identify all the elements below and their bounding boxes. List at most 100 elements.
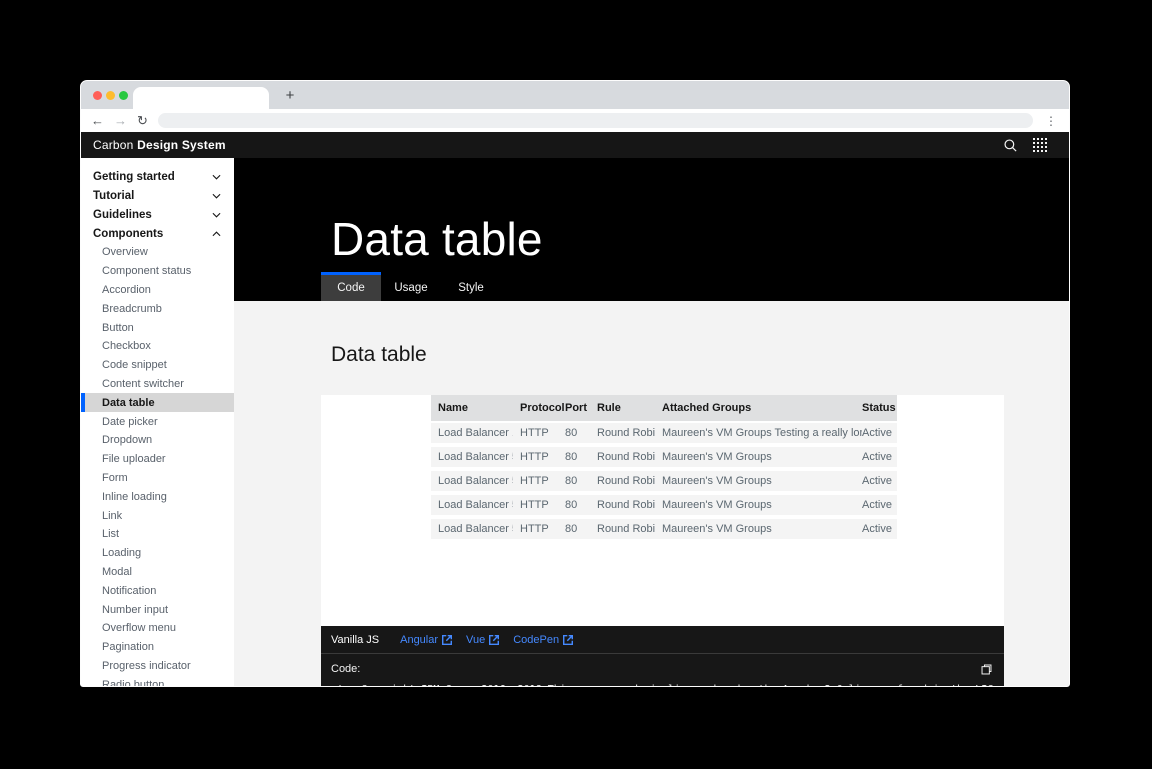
- code-panel: Code: <!-- Copyright IBM Corp. 2016, 201…: [321, 653, 1004, 686]
- new-tab-button[interactable]: +: [279, 85, 301, 107]
- cell-status: Active: [862, 495, 897, 519]
- sidebar-item-content-switcher[interactable]: Content switcher: [81, 375, 234, 394]
- vue-link[interactable]: Vue: [466, 634, 499, 646]
- site-header: Carbon Design System: [81, 132, 1069, 158]
- sidebar-item-overflow-menu[interactable]: Overflow menu: [81, 619, 234, 638]
- sidebar-item-overview[interactable]: Overview: [81, 243, 234, 262]
- cell-rule: Round Robin: [590, 519, 655, 543]
- section-label: Guidelines: [93, 209, 152, 221]
- sidebar-item-pagination[interactable]: Pagination: [81, 638, 234, 657]
- cell-attached-groups: Maureen's VM Groups Testing a really lon…: [655, 423, 862, 447]
- search-icon[interactable]: [995, 132, 1025, 158]
- content-area: Data table Name Protocol Port R: [234, 301, 1069, 686]
- brand-logo[interactable]: Carbon Design System: [93, 138, 226, 152]
- kebab-menu-icon[interactable]: ⋮: [1043, 114, 1059, 128]
- cell-protocol: HTTP: [513, 495, 558, 519]
- minimize-window-button[interactable]: [106, 91, 115, 100]
- table-row: Load Balancer 5 HTTP 80 Round Robin Maur…: [431, 519, 897, 543]
- sidebar-item-list[interactable]: List: [81, 525, 234, 544]
- tab-usage[interactable]: Usage: [381, 272, 441, 301]
- cell-rule: Round Robin: [590, 423, 655, 447]
- sidebar-section-getting-started[interactable]: Getting started: [81, 167, 234, 186]
- window-controls: [93, 91, 128, 100]
- sidebar-item-component-status[interactable]: Component status: [81, 262, 234, 281]
- cell-name: Load Balancer 5: [431, 471, 513, 495]
- launch-icon: [442, 635, 452, 645]
- cell-name: Load Balancer 1: [431, 423, 513, 447]
- cell-attached-groups: Maureen's VM Groups: [655, 471, 862, 495]
- framework-label: Vanilla JS: [331, 634, 379, 646]
- chevron-up-icon: [212, 231, 221, 237]
- sidebar-item-button[interactable]: Button: [81, 318, 234, 337]
- angular-link[interactable]: Angular: [400, 634, 452, 646]
- sidebar-item-dropdown[interactable]: Dropdown: [81, 431, 234, 450]
- sidebar-section-tutorial[interactable]: Tutorial: [81, 186, 234, 205]
- codepen-link[interactable]: CodePen: [513, 634, 573, 646]
- app-switcher-icon[interactable]: [1025, 132, 1055, 158]
- sidebar-item-checkbox[interactable]: Checkbox: [81, 337, 234, 356]
- table-row: Load Balancer 1 HTTP 80 Round Robin Maur…: [431, 423, 897, 447]
- sidebar-item-date-picker[interactable]: Date picker: [81, 412, 234, 431]
- sidebar-section-components[interactable]: Components: [81, 224, 234, 243]
- sidebar-item-accordion[interactable]: Accordion: [81, 281, 234, 300]
- tab-code[interactable]: Code: [321, 272, 381, 301]
- sidebar-item-code-snippet[interactable]: Code snippet: [81, 356, 234, 375]
- cell-name: Load Balancer 5: [431, 519, 513, 543]
- table-header-row: Name Protocol Port Rule Attached Groups …: [431, 395, 897, 423]
- demo-card: Name Protocol Port Rule Attached Groups …: [321, 395, 1004, 626]
- table-row: Load Balancer 5 HTTP 80 Round Robin Maur…: [431, 447, 897, 471]
- chevron-down-icon: [212, 212, 221, 218]
- sidebar-item-notification[interactable]: Notification: [81, 581, 234, 600]
- sidebar-item-data-table[interactable]: Data table: [81, 393, 234, 412]
- codepen-link-label: CodePen: [513, 634, 559, 646]
- back-icon[interactable]: ←: [91, 114, 104, 127]
- sidebar-item-file-uploader[interactable]: File uploader: [81, 450, 234, 469]
- sidebar-item-radio-button[interactable]: Radio button: [81, 675, 234, 686]
- copy-icon[interactable]: [980, 663, 993, 681]
- cell-protocol: HTTP: [513, 423, 558, 447]
- column-header: Attached Groups: [655, 395, 862, 423]
- cell-status: Active: [862, 519, 897, 543]
- brand-regular: Carbon: [93, 138, 134, 152]
- forward-icon[interactable]: →: [114, 114, 127, 127]
- sidebar-item-progress-indicator[interactable]: Progress indicator: [81, 657, 234, 676]
- cell-status: Active: [862, 471, 897, 495]
- main-area: Data table Code Usage Style Data table: [234, 158, 1069, 686]
- column-header: Protocol: [513, 395, 558, 423]
- cell-port: 80: [558, 423, 590, 447]
- table-row: Load Balancer 5 HTTP 80 Round Robin Maur…: [431, 495, 897, 519]
- angular-link-label: Angular: [400, 634, 438, 646]
- sidebar-item-inline-loading[interactable]: Inline loading: [81, 487, 234, 506]
- sidebar-section-guidelines[interactable]: Guidelines: [81, 205, 234, 224]
- chevron-down-icon: [212, 174, 221, 180]
- browser-toolbar: ← → ↻ ⋮: [81, 109, 1069, 132]
- hero-banner: Data table: [234, 158, 1069, 272]
- close-window-button[interactable]: [93, 91, 102, 100]
- cell-rule: Round Robin: [590, 471, 655, 495]
- cell-protocol: HTTP: [513, 471, 558, 495]
- reload-icon[interactable]: ↻: [137, 114, 148, 127]
- cell-port: 80: [558, 519, 590, 543]
- cell-port: 80: [558, 447, 590, 471]
- column-header: Status: [862, 395, 897, 423]
- cell-status: Active: [862, 447, 897, 471]
- sidebar-item-breadcrumb[interactable]: Breadcrumb: [81, 299, 234, 318]
- column-header: Rule: [590, 395, 655, 423]
- sidebar-item-modal[interactable]: Modal: [81, 563, 234, 582]
- url-bar[interactable]: [158, 113, 1033, 128]
- zoom-window-button[interactable]: [119, 91, 128, 100]
- cell-name: Load Balancer 5: [431, 495, 513, 519]
- sidebar-item-loading[interactable]: Loading: [81, 544, 234, 563]
- launch-icon: [489, 635, 499, 645]
- sidebar-item-form[interactable]: Form: [81, 469, 234, 488]
- browser-tab[interactable]: [133, 87, 269, 109]
- cell-rule: Round Robin: [590, 447, 655, 471]
- sidebar-item-number-input[interactable]: Number input: [81, 600, 234, 619]
- brand-bold: Design System: [137, 138, 226, 152]
- tab-style[interactable]: Style: [441, 272, 501, 301]
- section-heading: Data table: [331, 343, 1069, 367]
- page-title: Data table: [331, 215, 543, 263]
- code-snippet-text[interactable]: <!-- Copyright IBM Corp. 2016, 2018 This…: [331, 684, 994, 686]
- sidebar-item-link[interactable]: Link: [81, 506, 234, 525]
- section-label: Tutorial: [93, 190, 134, 202]
